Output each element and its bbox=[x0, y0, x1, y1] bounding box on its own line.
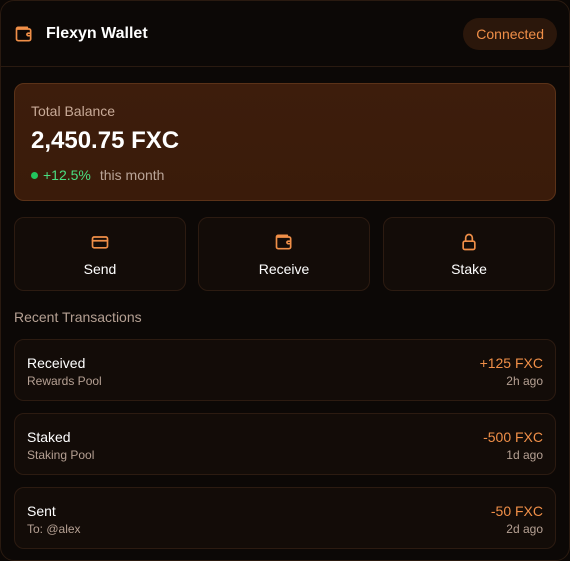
change-percentage: +12.5% bbox=[43, 167, 91, 183]
transaction-row[interactable]: Received Rewards Pool +125 FXC 2h ago bbox=[14, 339, 556, 401]
transaction-type: Staked bbox=[27, 429, 71, 445]
recent-transactions-heading: Recent Transactions bbox=[14, 309, 142, 325]
balance-label: Total Balance bbox=[31, 103, 116, 119]
transaction-counterparty: Staking Pool bbox=[27, 448, 95, 462]
send-label: Send bbox=[83, 261, 117, 277]
wallet-icon bbox=[275, 234, 292, 250]
transaction-row[interactable]: Staked Staking Pool -500 FXC 1d ago bbox=[14, 413, 556, 475]
balance-change: +12.5% this month bbox=[31, 167, 164, 183]
stake-button[interactable]: Stake bbox=[383, 217, 555, 291]
app-title: Flexyn Wallet bbox=[46, 25, 148, 42]
header: Flexyn Wallet Connected bbox=[1, 1, 569, 67]
transaction-time: 2h ago bbox=[506, 374, 543, 388]
transaction-type: Received bbox=[27, 355, 86, 371]
balance-amount: 2,450.75 FXC bbox=[31, 127, 180, 154]
transaction-type: Sent bbox=[27, 503, 56, 519]
send-button[interactable]: Send bbox=[14, 217, 186, 291]
transaction-amount: -500 FXC bbox=[483, 429, 543, 445]
stake-label: Stake bbox=[451, 261, 487, 277]
transaction-amount: -50 FXC bbox=[490, 503, 543, 519]
receive-label: Receive bbox=[258, 261, 310, 277]
wallet-icon bbox=[15, 26, 32, 42]
credit-card-icon bbox=[91, 236, 109, 249]
connection-status-badge[interactable]: Connected bbox=[463, 18, 557, 50]
lock-icon bbox=[462, 233, 476, 251]
transaction-time: 1d ago bbox=[506, 448, 543, 462]
change-period: this month bbox=[99, 167, 165, 183]
transaction-time: 2d ago bbox=[506, 522, 543, 536]
transaction-counterparty: To: @alex bbox=[27, 522, 81, 536]
transaction-amount: +125 FXC bbox=[479, 355, 543, 371]
balance-card: Total Balance 2,450.75 FXC +12.5% this m… bbox=[14, 83, 556, 201]
transaction-counterparty: Rewards Pool bbox=[27, 374, 102, 388]
wallet-app: Flexyn Wallet Connected Total Balance 2,… bbox=[0, 0, 570, 561]
positive-dot-icon bbox=[31, 171, 38, 179]
receive-button[interactable]: Receive bbox=[198, 217, 370, 291]
transaction-row[interactable]: Sent To: @alex -50 FXC 2d ago bbox=[14, 487, 556, 549]
